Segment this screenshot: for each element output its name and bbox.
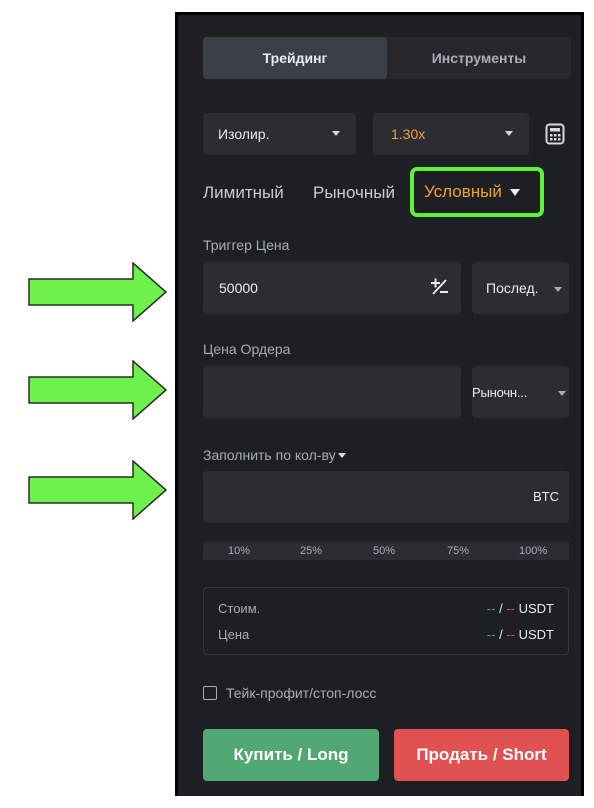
cost-value-sep: / bbox=[499, 601, 503, 616]
leverage-dropdown[interactable]: 1.30x bbox=[373, 113, 529, 155]
sell-short-button[interactable]: Продать / Short bbox=[394, 729, 569, 781]
percent-slider[interactable]: 10% 25% 50% 75% 100% bbox=[203, 542, 569, 560]
order-type-conditional[interactable]: Условный bbox=[410, 167, 544, 217]
tab-trading[interactable]: Трейдинг bbox=[203, 37, 387, 79]
buy-long-button[interactable]: Купить / Long bbox=[203, 729, 379, 781]
margin-mode-dropdown[interactable]: Изолир. bbox=[203, 113, 356, 155]
percent-mark[interactable]: 25% bbox=[300, 545, 322, 557]
price-value-min: -- bbox=[486, 627, 496, 642]
percent-mark[interactable]: 75% bbox=[447, 545, 469, 557]
order-type-conditional-label: Условный bbox=[424, 182, 502, 201]
tpsl-label: Тейк-профит/стоп-лосс bbox=[226, 685, 377, 701]
fill-mode-dropdown[interactable]: Заполнить по кол-ву bbox=[203, 447, 346, 463]
percent-mark[interactable]: 50% bbox=[373, 545, 395, 557]
tab-tools-label: Инструменты bbox=[431, 50, 527, 66]
tpsl-checkbox-row[interactable]: Тейк-профит/стоп-лосс bbox=[203, 685, 376, 701]
fill-mode-label: Заполнить по кол-ву bbox=[203, 447, 336, 463]
price-value-unit: USDT bbox=[518, 627, 554, 642]
chevron-down-icon bbox=[558, 391, 566, 396]
tpsl-checkbox[interactable] bbox=[203, 686, 217, 700]
quantity-input[interactable]: BTC bbox=[203, 471, 569, 523]
trigger-price-label: Триггер Цена bbox=[203, 237, 290, 253]
order-price-input[interactable] bbox=[203, 366, 461, 418]
price-value-max: -- bbox=[506, 627, 515, 642]
cost-value-min: -- bbox=[486, 601, 496, 616]
buy-long-label: Купить / Long bbox=[233, 745, 349, 764]
leverage-value: 1.30x bbox=[391, 126, 426, 142]
trigger-price-value: 50000 bbox=[219, 280, 258, 296]
trigger-price-type-dropdown[interactable]: Послед. bbox=[472, 262, 569, 314]
tab-trading-label: Трейдинг bbox=[262, 50, 328, 66]
order-type-market[interactable]: Рыночный bbox=[313, 183, 395, 203]
annotation-arrow-trigger bbox=[28, 262, 168, 322]
percent-mark[interactable]: 100% bbox=[519, 545, 547, 557]
price-label: Цена bbox=[218, 627, 250, 642]
order-price-type-label: Рыночн... bbox=[472, 384, 528, 400]
chevron-down-icon bbox=[332, 131, 340, 136]
annotation-arrow-fill-qty bbox=[28, 460, 168, 520]
order-summary: Стоим. -- / -- USDT Цена -- / -- USDT bbox=[203, 587, 569, 655]
cost-label: Стоим. bbox=[218, 601, 261, 616]
trading-panel: Трейдинг Инструменты Изолир. 1.30x Лимит… bbox=[175, 12, 584, 796]
margin-mode-label: Изолир. bbox=[218, 126, 270, 142]
chevron-down-icon bbox=[337, 452, 346, 458]
annotation-arrow-order-price bbox=[28, 360, 168, 420]
trigger-price-type-label: Послед. bbox=[486, 280, 539, 296]
trigger-price-input[interactable]: 50000 bbox=[203, 262, 461, 314]
tab-tools[interactable]: Инструменты bbox=[387, 37, 571, 79]
cost-value-max: -- bbox=[506, 601, 515, 616]
order-price-label: Цена Ордера bbox=[203, 341, 291, 357]
order-price-type-dropdown[interactable]: Рыночн... bbox=[472, 366, 569, 418]
plus-minus-icon[interactable] bbox=[429, 278, 449, 296]
quantity-unit: BTC bbox=[533, 489, 559, 504]
chevron-down-icon bbox=[505, 131, 513, 136]
cost-value: -- / -- USDT bbox=[487, 601, 554, 616]
chevron-down-icon bbox=[509, 188, 520, 196]
calculator-icon[interactable] bbox=[544, 123, 566, 145]
chevron-down-icon bbox=[554, 287, 562, 292]
order-type-limit[interactable]: Лимитный bbox=[203, 183, 284, 203]
price-value: -- / -- USDT bbox=[487, 627, 554, 642]
price-value-sep: / bbox=[499, 627, 503, 642]
sell-short-label: Продать / Short bbox=[416, 745, 547, 764]
mode-tabs: Трейдинг Инструменты bbox=[203, 37, 571, 79]
percent-mark[interactable]: 10% bbox=[228, 545, 250, 557]
cost-value-unit: USDT bbox=[518, 601, 554, 616]
